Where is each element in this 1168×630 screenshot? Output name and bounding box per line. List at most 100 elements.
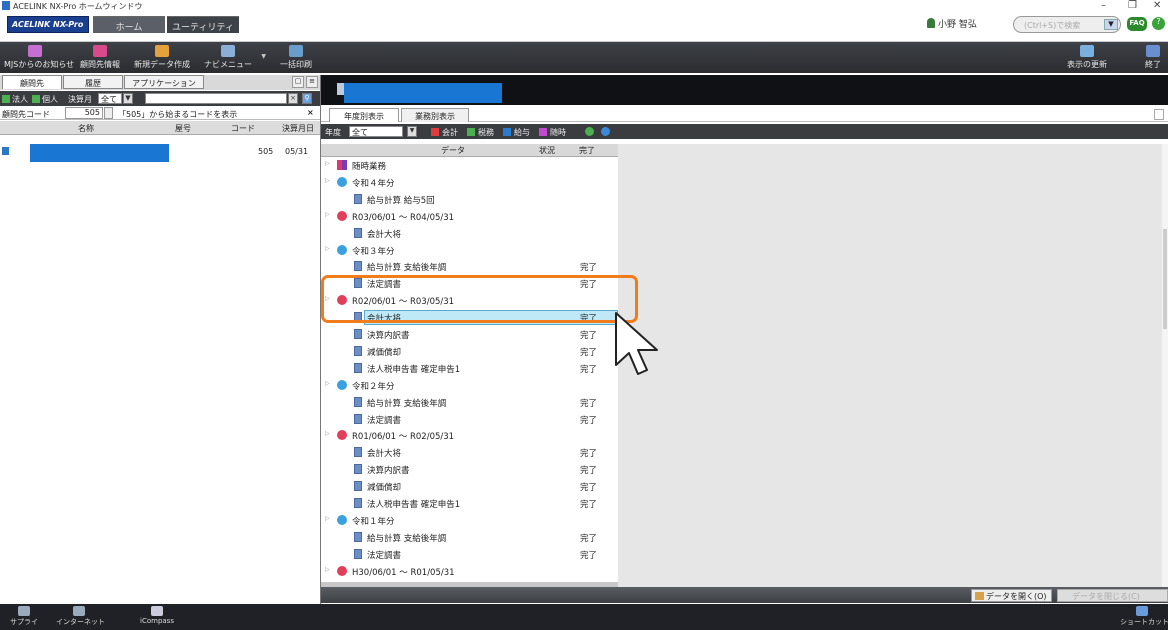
exit-button[interactable]: 終了 bbox=[1140, 45, 1166, 73]
expand-icon[interactable]: ▷ bbox=[325, 430, 330, 437]
tree-item-row[interactable]: 給与計算 支給後年調 完了 bbox=[321, 258, 618, 275]
expand-icon[interactable]: ▷ bbox=[325, 515, 330, 522]
expand-all-icon[interactable] bbox=[585, 127, 594, 136]
tree-group-row[interactable]: ▷ 令和２年分 bbox=[321, 377, 618, 394]
tree-item-label: 随時業務 bbox=[352, 162, 387, 172]
shortcut-button[interactable]: ショートカット bbox=[1120, 606, 1168, 627]
open-data-button[interactable]: データを開く(O) bbox=[971, 589, 1052, 602]
tree-group-row[interactable]: ▷ 令和３年分 bbox=[321, 242, 618, 259]
tree-item-row[interactable]: 会計大将 bbox=[321, 225, 618, 242]
tree-item-row[interactable]: 決算内訳書 完了 bbox=[321, 326, 618, 343]
tree-group-row[interactable]: ▷ 令和１年分 bbox=[321, 512, 618, 529]
tree-group-row[interactable]: ▷ R03/06/01 ～ R04/05/31 bbox=[321, 208, 618, 225]
filter-corp[interactable]: 法人 bbox=[2, 94, 28, 105]
new-data-button[interactable]: 新規データ作成 bbox=[132, 45, 192, 73]
expand-icon[interactable]: ▷ bbox=[325, 160, 330, 167]
chevron-down-icon[interactable]: ▼ bbox=[1104, 19, 1118, 30]
expand-icon[interactable]: ▷ bbox=[325, 380, 330, 387]
tab-history[interactable]: 履歴 bbox=[63, 75, 123, 89]
tree-item-row[interactable]: 減価償却 完了 bbox=[321, 478, 618, 495]
close-button[interactable]: ✕ bbox=[1153, 0, 1161, 11]
col-name[interactable]: 名称 bbox=[78, 123, 94, 134]
tree-item-done: 完了 bbox=[580, 466, 598, 477]
client-info-button[interactable]: 顧問先情報 bbox=[72, 45, 128, 73]
clear-icon[interactable]: × bbox=[288, 93, 298, 104]
supply-button[interactable]: サプライ bbox=[8, 606, 40, 627]
tree-group-row[interactable]: ▷ 令和４年分 bbox=[321, 174, 618, 191]
tree-item-row[interactable]: 法定調書 完了 bbox=[321, 546, 618, 563]
tree-item-row[interactable]: 決算内訳書 完了 bbox=[321, 461, 618, 478]
tree-item-label: 給与計算 支給後年調 bbox=[367, 533, 447, 544]
tree-item-row[interactable]: 減価償却 完了 bbox=[321, 343, 618, 360]
corp-icon bbox=[2, 95, 10, 103]
tree-group-row[interactable]: ▷ 随時業務 bbox=[321, 157, 618, 174]
help-button[interactable]: ? bbox=[1152, 17, 1165, 30]
icompass-button[interactable]: iCompass bbox=[137, 606, 177, 625]
month-select[interactable]: 全て bbox=[98, 93, 122, 104]
detail-area bbox=[618, 144, 1168, 587]
code-picker-button[interactable] bbox=[104, 107, 113, 119]
col-done[interactable]: 完了 bbox=[579, 145, 595, 156]
tab-by-task[interactable]: 業務別表示 bbox=[401, 108, 469, 122]
toggle-payroll[interactable]: 給与 bbox=[503, 127, 530, 138]
client-row[interactable]: 505 05/31 bbox=[0, 144, 320, 162]
toggle-tax[interactable]: 税務 bbox=[467, 127, 494, 138]
tree-item-row[interactable]: 会計大将 完了 bbox=[321, 444, 618, 461]
faq-button[interactable]: FAQ bbox=[1127, 17, 1147, 31]
col-code[interactable]: コード bbox=[231, 123, 255, 134]
document-icon bbox=[354, 329, 362, 339]
document-icon bbox=[354, 464, 362, 475]
tree-item-row[interactable]: 給与計算 支給後年調 完了 bbox=[321, 529, 618, 546]
code-search-row: 顧問先コード 505 「505」から始まるコードを表示 × bbox=[0, 107, 320, 120]
close-icon[interactable]: × bbox=[307, 108, 314, 117]
batch-print-button[interactable]: 一括印刷 bbox=[276, 45, 316, 73]
minimize-button[interactable]: – bbox=[1101, 0, 1106, 11]
toggle-accounting[interactable]: 会計 bbox=[431, 127, 458, 138]
refresh-button[interactable]: 表示の更新 bbox=[1067, 45, 1107, 73]
code-input[interactable]: 505 bbox=[65, 107, 103, 119]
client-name-input[interactable] bbox=[145, 93, 287, 104]
chevron-down-icon[interactable]: ▼ bbox=[407, 126, 417, 137]
col-data[interactable]: データ bbox=[441, 145, 465, 156]
tree-item-row[interactable]: 法人税申告書 確定申告1 完了 bbox=[321, 360, 618, 377]
copy-icon[interactable]: ▢ bbox=[292, 76, 304, 88]
navi-menu-button[interactable]: ナビメニュー ▼ bbox=[198, 45, 266, 73]
search-box[interactable]: (Ctrl+S)で検索 ▼ bbox=[1013, 16, 1121, 33]
col-status[interactable]: 状況 bbox=[539, 145, 555, 156]
tab-utility[interactable]: ユーティリティ bbox=[167, 16, 239, 33]
client-filter-bar: 法人 個人 決算月 全て ▼ × ⚲ bbox=[0, 91, 320, 106]
highlight-callout bbox=[321, 275, 638, 323]
col-fiscal-month[interactable]: 決算月日 bbox=[282, 123, 314, 134]
vertical-scrollbar[interactable] bbox=[1162, 144, 1168, 587]
news-button[interactable]: MJSからのお知らせ bbox=[4, 45, 74, 73]
scroll-thumb[interactable] bbox=[1163, 229, 1167, 329]
tab-applications[interactable]: アプリケーション bbox=[124, 75, 204, 89]
print-icon bbox=[289, 45, 303, 57]
tree-item-row[interactable]: 給与計算 給与5回 bbox=[321, 191, 618, 208]
expand-icon[interactable]: ▷ bbox=[325, 177, 330, 184]
chevron-down-icon[interactable]: ▼ bbox=[261, 53, 266, 60]
tree-group-row[interactable]: ▷ R01/06/01 ～ R02/05/31 bbox=[321, 427, 618, 444]
expand-icon[interactable]: ▷ bbox=[325, 566, 330, 573]
filter-individual[interactable]: 個人 bbox=[32, 94, 58, 105]
supply-icon bbox=[18, 606, 30, 616]
tree-item-row[interactable]: 法人税申告書 確定申告1 完了 bbox=[321, 495, 618, 512]
tab-by-year[interactable]: 年度別表示 bbox=[329, 108, 399, 122]
internet-button[interactable]: インターネット bbox=[56, 606, 105, 627]
expand-icon[interactable]: ▷ bbox=[325, 211, 330, 218]
tab-clients[interactable]: 顧問先 bbox=[2, 75, 62, 89]
tree-item-row[interactable]: 法定調書 完了 bbox=[321, 411, 618, 428]
maximize-button[interactable]: ❐ bbox=[1128, 0, 1137, 11]
year-select[interactable]: 全て bbox=[349, 126, 403, 137]
tree-group-row[interactable]: ▷ H30/06/01 ～ R01/05/31 bbox=[321, 563, 618, 580]
copy-icon[interactable] bbox=[1154, 109, 1164, 120]
settings-icon[interactable]: ≡ bbox=[306, 76, 318, 88]
chevron-down-icon[interactable]: ▼ bbox=[123, 93, 133, 104]
toggle-adhoc[interactable]: 随時 bbox=[539, 127, 566, 138]
tab-home[interactable]: ホーム bbox=[93, 16, 165, 33]
tree-item-row[interactable]: 給与計算 支給後年調 完了 bbox=[321, 394, 618, 411]
search-icon[interactable]: ⚲ bbox=[302, 93, 312, 104]
col-trade-name[interactable]: 屋号 bbox=[175, 123, 191, 134]
collapse-all-icon[interactable] bbox=[601, 127, 610, 136]
expand-icon[interactable]: ▷ bbox=[325, 245, 330, 252]
